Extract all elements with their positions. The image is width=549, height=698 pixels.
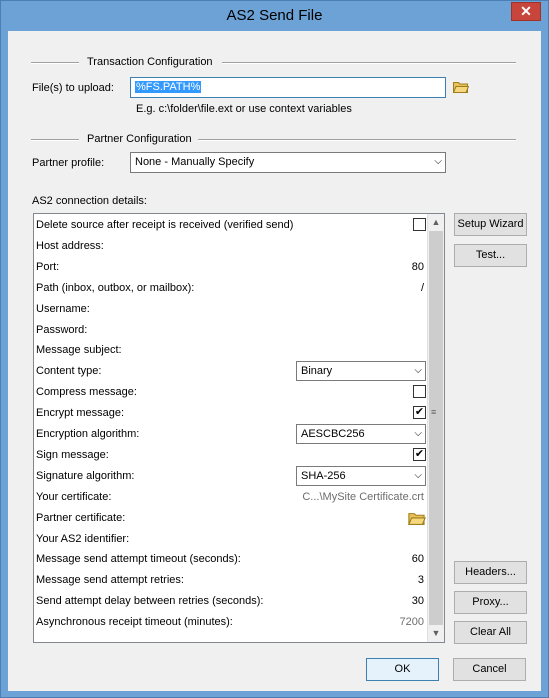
separator — [222, 62, 516, 64]
partner-section-title: Partner Configuration — [87, 133, 192, 145]
grid-row-label: Path (inbox, outbox, or mailbox): — [36, 281, 195, 294]
grid-row[interactable]: Signature algorithm: SHA-256 ⌵ — [34, 465, 428, 487]
grid-row-value[interactable]: C...\MySite Certificate.crt — [302, 491, 424, 503]
grid-row-label: Message send attempt retries: — [36, 574, 184, 587]
headers-button[interactable]: Headers... — [454, 561, 527, 584]
dialog-window: AS2 Send File ✕ Transaction Configuratio… — [0, 0, 549, 698]
grid-row-dropdown-value: SHA-256 — [301, 469, 346, 482]
separator — [31, 62, 79, 64]
grid-row-value[interactable]: / — [421, 282, 424, 294]
grid-row[interactable]: Path (inbox, outbox, or mailbox): / — [34, 278, 428, 299]
grid-row[interactable]: Sign message: ✔ — [34, 445, 428, 466]
files-input-value: %FS.PATH% — [135, 81, 202, 93]
grid-row-dropdown-value: AESCBC256 — [301, 428, 365, 440]
grid-row-value[interactable]: 80 — [412, 261, 424, 273]
grid-row-label: Message send attempt timeout (seconds): — [36, 553, 241, 566]
grid-row[interactable]: Message send attempt retries: 3 — [34, 570, 428, 591]
grid-row-value[interactable]: 3 — [418, 574, 424, 586]
grid-row-label: Message subject: — [36, 344, 122, 357]
grid-row[interactable]: Message subject: — [34, 340, 428, 361]
grid-row-label: Port: — [36, 260, 60, 273]
ok-button[interactable]: OK — [366, 658, 439, 681]
grid-row-label: Send attempt delay between retries (seco… — [36, 595, 264, 608]
grid-row-dropdown[interactable]: Binary ⌵ — [296, 361, 426, 382]
grid-row[interactable]: Delete source after receipt is received … — [34, 215, 428, 236]
grid-row[interactable]: Encryption algorithm: AESCBC256 ⌵ — [34, 424, 428, 445]
scroll-down-icon[interactable]: ▼ — [428, 625, 444, 642]
partner-profile-label: Partner profile: — [32, 157, 105, 169]
grid-row[interactable]: Your certificate: C...\MySite Certificate… — [34, 487, 428, 508]
grid-row-checkbox[interactable]: ✔ — [413, 447, 426, 461]
cancel-button[interactable]: Cancel — [453, 658, 526, 681]
separator — [31, 139, 79, 141]
vertical-scrollbar[interactable]: ▲ ≡ ▼ — [427, 214, 444, 642]
chevron-down-icon: ⌵ — [414, 469, 422, 481]
grid-row-label: Delete source after receipt is received … — [36, 219, 294, 231]
separator — [198, 139, 516, 141]
grid-row[interactable]: Password: — [34, 320, 428, 341]
grid-row-dropdown-value: Binary — [301, 365, 333, 378]
grid-row-value[interactable]: 60 — [412, 553, 424, 565]
grid-row-dropdown[interactable]: AESCBC256 ⌵ — [296, 424, 426, 444]
scroll-up-icon[interactable]: ▲ — [428, 214, 444, 231]
test-button[interactable]: Test... — [454, 244, 527, 267]
grid-row-label: Compress message: — [36, 386, 137, 399]
proxy-button[interactable]: Proxy... — [454, 591, 527, 614]
chevron-down-icon: ⌵ — [434, 156, 442, 167]
grid-row-label: Signature algorithm: — [36, 469, 135, 482]
dialog-body: Transaction Configuration File(s) to upl… — [8, 31, 541, 691]
grid-row[interactable]: Username: — [34, 299, 428, 320]
grid-row-value[interactable]: 30 — [412, 595, 424, 607]
grid-row[interactable]: Message send attempt timeout (seconds): 6… — [34, 549, 428, 570]
grid-row[interactable]: Your AS2 identifier: — [34, 529, 428, 550]
grid-row[interactable]: Asynchronous receipt timeout (minutes): 7… — [34, 612, 428, 633]
grid-row-checkbox[interactable]: ✔ — [413, 406, 426, 420]
chevron-down-icon: ⌵ — [414, 428, 422, 439]
files-input[interactable]: %FS.PATH% — [130, 77, 446, 98]
scroll-thumb[interactable] — [429, 231, 443, 625]
grid-row-checkbox[interactable] — [413, 218, 426, 231]
files-hint: E.g. c:\folder\file.ext or use context v… — [136, 103, 352, 115]
grid-row-label: Username: — [36, 302, 90, 315]
grid-row[interactable]: Host address: — [34, 236, 428, 257]
scroll-grip-icon: ≡ — [431, 407, 437, 417]
grid-row-label: Encryption algorithm: — [36, 428, 140, 440]
grid-row-checkbox[interactable] — [413, 385, 426, 399]
transaction-section-title: Transaction Configuration — [87, 56, 213, 68]
grid-row[interactable]: Send attempt delay between retries (seco… — [34, 591, 428, 612]
partner-profile-value: None - Manually Specify — [135, 156, 255, 168]
grid-row[interactable]: Port: 80 — [34, 257, 428, 278]
connection-details-label: AS2 connection details: — [32, 195, 147, 207]
title-bar[interactable]: AS2 Send File ✕ — [1, 1, 548, 31]
folder-icon[interactable] — [408, 512, 426, 525]
grid-row-label: Password: — [36, 323, 88, 336]
grid-row[interactable]: Encrypt message: ✔ — [34, 403, 428, 424]
grid-row-label: Encrypt message: — [36, 407, 125, 420]
grid-row[interactable]: Content type: Binary ⌵ — [34, 361, 428, 382]
grid-row-label: Host address: — [36, 239, 104, 252]
grid-row-label: Content type: — [36, 365, 102, 378]
grid-row-label: Your certificate: — [36, 490, 112, 503]
grid-row-value[interactable]: 7200 — [400, 616, 424, 628]
clear-all-button[interactable]: Clear All — [454, 621, 527, 644]
chevron-down-icon: ⌵ — [414, 365, 422, 377]
grid-row-label: Your AS2 identifier: — [36, 532, 130, 545]
grid-row-label: Asynchronous receipt timeout (minutes): — [36, 616, 233, 629]
grid-row[interactable]: Partner certificate: — [34, 508, 428, 529]
close-button[interactable]: ✕ — [511, 2, 541, 21]
grid-row-label: Sign message: — [36, 448, 109, 461]
connection-details-grid[interactable]: Delete source after receipt is received … — [33, 213, 445, 643]
setup-wizard-button[interactable]: Setup Wizard — [454, 213, 527, 236]
grid-row-dropdown[interactable]: SHA-256 ⌵ — [296, 465, 426, 486]
grid-row-label: Partner certificate: — [36, 511, 126, 524]
grid-row[interactable]: Compress message: — [34, 382, 428, 403]
files-label: File(s) to upload: — [32, 82, 114, 94]
folder-icon[interactable] — [453, 81, 469, 93]
partner-profile-dropdown[interactable]: None - Manually Specify ⌵ — [130, 152, 446, 173]
window-title: AS2 Send File — [226, 7, 323, 24]
